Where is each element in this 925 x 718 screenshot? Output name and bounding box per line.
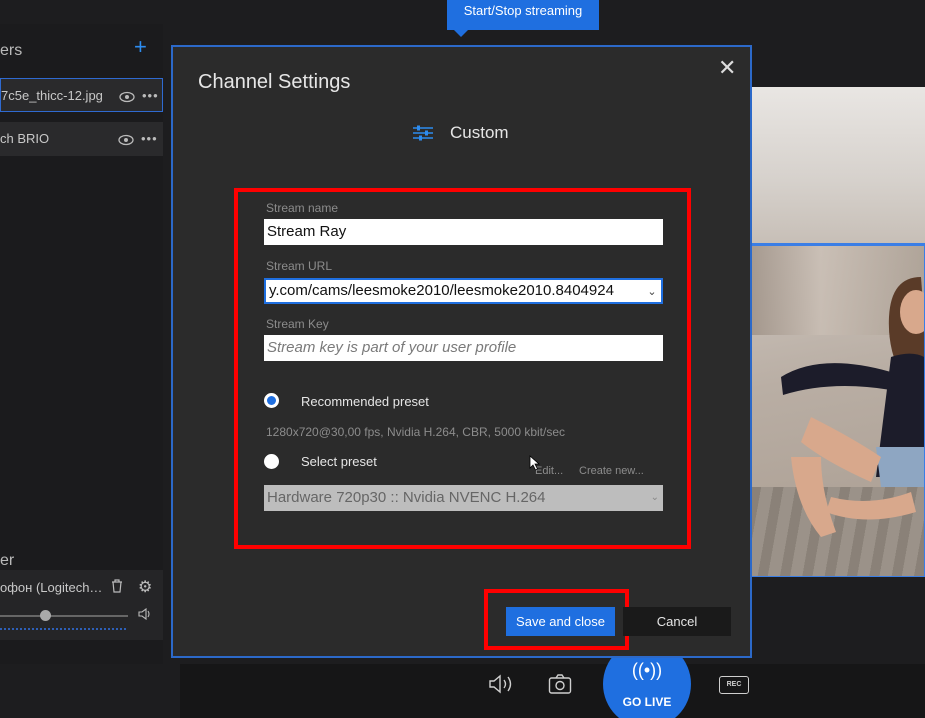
stream-url-label: Stream URL bbox=[266, 259, 333, 273]
select-preset-radio[interactable] bbox=[264, 454, 279, 469]
chevron-down-icon[interactable]: ⌄ bbox=[645, 281, 659, 303]
record-button[interactable]: REC bbox=[719, 676, 749, 694]
stream-name-field[interactable]: Stream Ray bbox=[264, 219, 663, 245]
mouse-cursor-icon bbox=[529, 455, 541, 471]
stream-key-field[interactable]: Stream key is part of your user profile bbox=[264, 335, 663, 361]
chevron-down-icon: ⌄ bbox=[650, 492, 659, 503]
mic-label: офон (Logitech… bbox=[0, 580, 103, 595]
volume-slider-track[interactable] bbox=[0, 615, 128, 617]
layer-name: ch BRIO bbox=[0, 131, 50, 146]
eye-icon[interactable] bbox=[119, 79, 135, 111]
speaker-icon[interactable] bbox=[138, 607, 152, 623]
preset-select: Hardware 720p30 :: Nvidia NVENC H.264 ⌄ bbox=[264, 485, 663, 511]
cancel-button[interactable]: Cancel bbox=[623, 607, 731, 636]
recommended-preset-info: 1280x720@30,00 fps, Nvidia H.264, CBR, 5… bbox=[266, 425, 566, 439]
trash-icon[interactable] bbox=[110, 578, 124, 596]
tooltip-arrow bbox=[454, 30, 468, 37]
gear-icon[interactable]: ⚙ bbox=[138, 577, 152, 597]
mixer-title: er bbox=[0, 552, 15, 569]
save-and-close-button[interactable]: Save and close bbox=[506, 607, 615, 636]
close-icon[interactable]: ✕ bbox=[718, 55, 736, 81]
preview-selection-border bbox=[751, 245, 925, 577]
create-preset-link[interactable]: Create new... bbox=[579, 465, 644, 477]
layers-title: ers bbox=[0, 42, 23, 59]
layer-item[interactable]: ch BRIO ••• bbox=[0, 122, 163, 156]
stream-key-label: Stream Key bbox=[266, 317, 329, 331]
eye-icon[interactable] bbox=[118, 122, 134, 156]
preview-top-scene bbox=[751, 87, 925, 243]
select-preset-label: Select preset bbox=[301, 454, 377, 469]
stream-name-label: Stream name bbox=[266, 201, 339, 215]
tooltip: Start/Stop streaming bbox=[447, 0, 599, 30]
go-live-label: GO LIVE bbox=[622, 695, 672, 709]
camera-icon[interactable] bbox=[548, 673, 572, 700]
recommended-preset-label: Recommended preset bbox=[301, 394, 429, 409]
channel-settings-dialog: Channel Settings ✕ Custom Stream name St… bbox=[171, 45, 752, 658]
stream-url-field[interactable]: y.com/cams/leesmoke2010/leesmoke2010.840… bbox=[264, 278, 663, 304]
audio-source-row: офон (Logitech… ⚙ bbox=[0, 570, 163, 640]
add-layer-plus-icon[interactable]: + bbox=[134, 36, 147, 58]
left-panel: ers + 7c5e_thicc-12.jpg ••• ch BRIO ••• … bbox=[0, 24, 163, 664]
recommended-preset-radio[interactable] bbox=[264, 393, 279, 408]
speaker-icon[interactable] bbox=[488, 674, 518, 699]
volume-level-meter bbox=[0, 628, 126, 630]
more-icon[interactable]: ••• bbox=[141, 122, 158, 156]
preset-select-value: Hardware 720p30 :: Nvidia NVENC H.264 bbox=[267, 489, 546, 506]
service-name: Custom bbox=[450, 123, 509, 142]
more-icon[interactable]: ••• bbox=[142, 79, 159, 111]
layer-item[interactable]: 7c5e_thicc-12.jpg ••• bbox=[0, 78, 163, 112]
dialog-title: Channel Settings bbox=[198, 71, 351, 93]
broadcast-icon: ((•)) bbox=[631, 660, 663, 680]
sliders-icon bbox=[413, 125, 433, 141]
volume-slider-thumb[interactable] bbox=[40, 610, 51, 621]
layer-name: 7c5e_thicc-12.jpg bbox=[1, 88, 103, 103]
